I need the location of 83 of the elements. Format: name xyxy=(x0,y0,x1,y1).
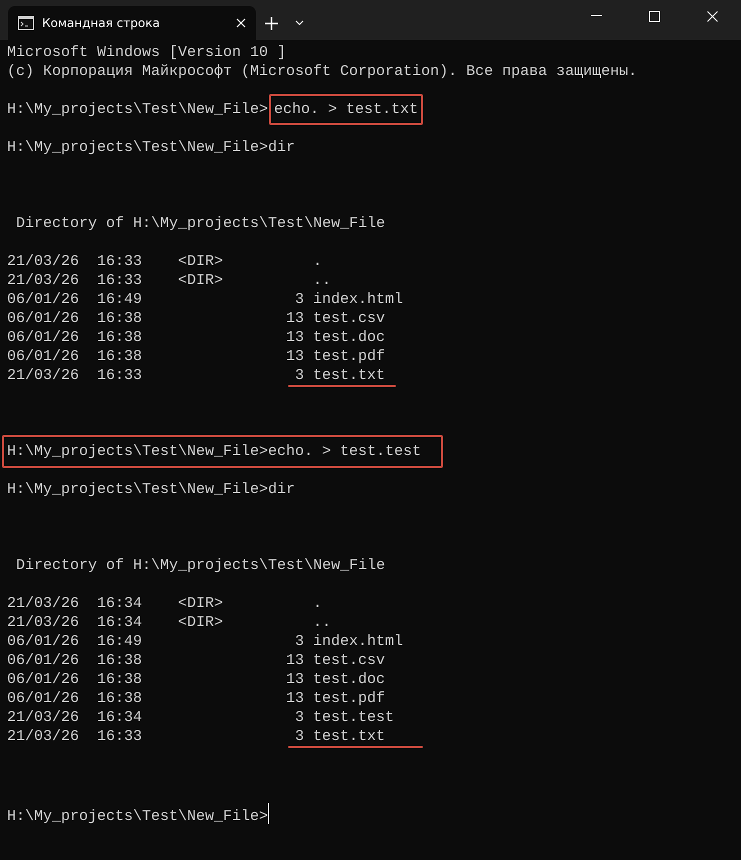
time-text: 16:38 xyxy=(97,347,144,366)
time-text: 16:34 xyxy=(97,708,144,727)
dir-label: <DIR> xyxy=(178,271,224,290)
prompt-text: H:\My_projects\Test\New_File> xyxy=(7,481,268,498)
directory-heading: Directory of H:\My_projects\Test\New_File xyxy=(16,557,386,574)
time-text: 16:33 xyxy=(97,727,144,746)
file-name: test.pdf xyxy=(313,690,386,707)
minimize-icon xyxy=(590,15,602,17)
size-text: 13 xyxy=(285,670,304,689)
date-text: 21/03/26 xyxy=(7,708,80,727)
file-name: test.txt xyxy=(313,728,386,745)
size-text: 3 xyxy=(294,290,304,309)
file-name: index.html xyxy=(313,633,404,650)
terminal-tab[interactable]: Командная строка xyxy=(8,6,256,40)
chevron-icon xyxy=(294,20,304,26)
size-text: 3 xyxy=(294,632,304,651)
size-text: 13 xyxy=(285,689,304,708)
file-name: test.csv xyxy=(313,652,386,669)
time-text: 16:38 xyxy=(97,309,144,328)
plus-icon xyxy=(264,16,278,30)
date-text: 21/03/26 xyxy=(7,366,80,385)
date-text: 21/03/26 xyxy=(7,271,80,290)
file-name: test.pdf xyxy=(313,348,386,365)
command-text: dir xyxy=(268,139,296,156)
size-text: 13 xyxy=(285,651,304,670)
close-icon xyxy=(706,10,718,22)
date-text: 21/03/26 xyxy=(7,594,80,613)
time-text: 16:34 xyxy=(97,613,144,632)
size-text: 3 xyxy=(294,366,304,385)
file-name: test.csv xyxy=(313,310,386,327)
tab-title: Командная строка xyxy=(42,15,161,32)
time-text: 16:33 xyxy=(97,252,144,271)
dir-label: <DIR> xyxy=(178,594,224,613)
date-text: 06/01/26 xyxy=(7,689,80,708)
date-text: 06/01/26 xyxy=(7,651,80,670)
date-text: 06/01/26 xyxy=(7,309,80,328)
size-text: 3 xyxy=(294,727,304,746)
directory-heading: Directory of H:\My_projects\Test\New_File xyxy=(16,215,386,232)
time-text: 16:49 xyxy=(97,632,144,651)
file-name: .. xyxy=(313,614,332,631)
close-icon xyxy=(236,18,246,28)
size-text: 13 xyxy=(285,309,304,328)
time-text: 16:33 xyxy=(97,271,144,290)
date-text: 06/01/26 xyxy=(7,347,80,366)
output-text: (c) Корпорация Майкрософт (Microsoft Corporation). Все права защищены. xyxy=(7,63,638,80)
file-name: index.html xyxy=(313,291,404,308)
time-text: 16:38 xyxy=(97,651,144,670)
file-name: test.doc xyxy=(313,329,386,346)
date-text: 21/03/26 xyxy=(7,252,80,271)
command-text: echo. > test.test xyxy=(268,443,422,460)
output-text: Microsoft Windows [Version 10 ] xyxy=(7,44,286,61)
file-name: . xyxy=(313,595,322,612)
date-text: 06/01/26 xyxy=(7,328,80,347)
file-name: .. xyxy=(313,272,332,289)
prompt-text: H:\My_projects\Test\New_File> xyxy=(7,443,268,460)
time-text: 16:38 xyxy=(97,670,144,689)
date-text: 06/01/26 xyxy=(7,670,80,689)
dir-label: <DIR> xyxy=(178,252,224,271)
date-text: 21/03/26 xyxy=(7,613,80,632)
dir-label: <DIR> xyxy=(178,613,224,632)
file-name: . xyxy=(313,253,322,270)
size-text: 13 xyxy=(285,328,304,347)
command-text: dir xyxy=(268,481,296,498)
time-text: 16:33 xyxy=(97,366,144,385)
date-text: 06/01/26 xyxy=(7,632,80,651)
size-text: 3 xyxy=(294,708,304,727)
time-text: 16:38 xyxy=(97,328,144,347)
time-text: 16:38 xyxy=(97,689,144,708)
date-text: 06/01/26 xyxy=(7,290,80,309)
file-name: test.test xyxy=(313,709,394,726)
prompt-text: H:\My_projects\Test\New_File> xyxy=(7,101,268,118)
command-text: echo. > test.txt xyxy=(269,94,424,125)
file-name: test.txt xyxy=(313,367,386,384)
close-tab-button[interactable] xyxy=(236,18,246,28)
date-text: 21/03/26 xyxy=(7,727,80,746)
maximize-icon xyxy=(648,10,660,22)
time-text: 16:34 xyxy=(97,594,144,613)
terminal-icon xyxy=(18,16,34,30)
file-name: test.doc xyxy=(313,671,386,688)
prompt-text: H:\My_projects\Test\New_File> xyxy=(7,139,268,156)
time-text: 16:49 xyxy=(97,290,144,309)
size-text: 13 xyxy=(285,347,304,366)
prompt-text: H:\My_projects\Test\New_File> xyxy=(7,808,268,825)
